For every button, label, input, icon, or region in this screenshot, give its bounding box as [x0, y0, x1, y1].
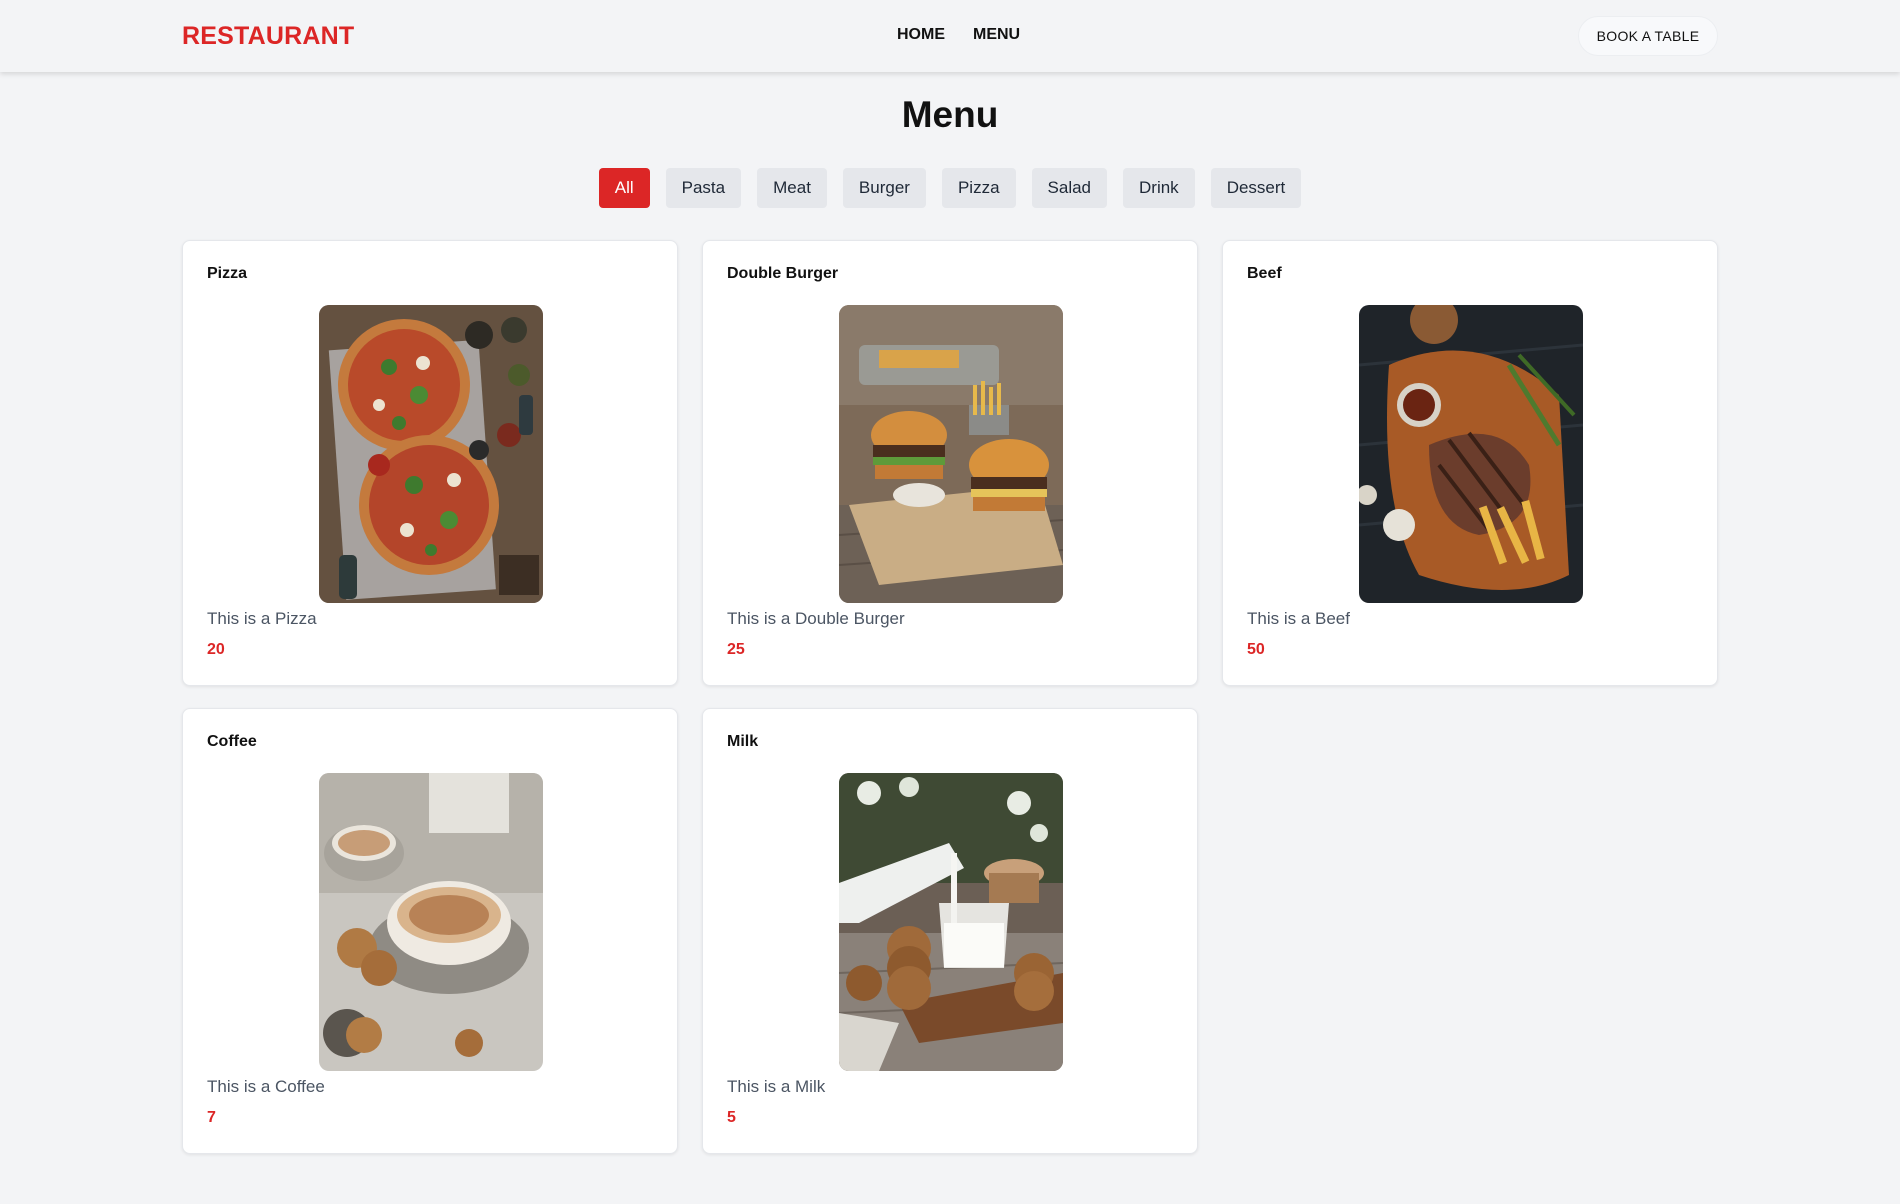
menu-card-coffee[interactable]: Coffee This is a Coffee 7 [182, 708, 678, 1154]
coffee-photo [319, 773, 543, 1071]
menu-item-description: This is a Milk [727, 1077, 826, 1096]
burger-photo [839, 305, 1063, 603]
nav-home-link[interactable]: HOME [897, 26, 945, 44]
menu-item-name: Beef [1247, 265, 1282, 282]
book-a-table-button[interactable]: BOOK A TABLE [1578, 16, 1718, 56]
restaurant-logo[interactable]: RESTAURANT [182, 22, 354, 51]
menu-item-name: Coffee [207, 733, 257, 750]
menu-card-pizza[interactable]: Pizza This is a Pizza 20 [182, 240, 678, 686]
menu-item-description: This is a Coffee [207, 1077, 325, 1096]
milk-photo [839, 773, 1063, 1071]
filter-drink[interactable]: Drink [1123, 168, 1195, 208]
menu-item-price: 50 [1247, 641, 1265, 658]
pizza-photo [319, 305, 543, 603]
filter-pizza[interactable]: Pizza [941, 168, 1016, 208]
nav-menu-link[interactable]: MENU [973, 26, 1020, 44]
filter-dessert[interactable]: Dessert [1210, 168, 1302, 208]
menu-item-description: This is a Pizza [207, 609, 317, 628]
filter-salad[interactable]: Salad [1031, 168, 1108, 208]
filter-all[interactable]: All [598, 168, 650, 208]
steak-photo [1359, 305, 1583, 603]
menu-card-double-burger[interactable]: Double Burger This is a Double Burger 25 [702, 240, 1198, 686]
menu-item-price: 7 [207, 1109, 216, 1126]
menu-grid: Pizza This is a Pizza 20 Double Burger T… [182, 240, 1718, 1154]
menu-item-description: This is a Double Burger [727, 609, 905, 628]
page-title: Menu [901, 94, 999, 135]
menu-item-price: 20 [207, 641, 225, 658]
main-nav: HOME MENU [897, 26, 1020, 44]
category-filter-bar: All Pasta Meat Burger Pizza Salad Drink … [0, 168, 1900, 208]
menu-item-price: 5 [727, 1109, 736, 1126]
menu-card-milk[interactable]: Milk This is a Milk 5 [702, 708, 1198, 1154]
menu-item-name: Milk [727, 733, 759, 750]
filter-burger[interactable]: Burger [842, 168, 926, 208]
menu-item-name: Double Burger [727, 265, 839, 282]
filter-meat[interactable]: Meat [757, 168, 827, 208]
top-navbar: RESTAURANT HOME MENU BOOK A TABLE [0, 0, 1900, 72]
menu-item-description: This is a Beef [1247, 609, 1350, 628]
filter-pasta[interactable]: Pasta [665, 168, 742, 208]
menu-item-price: 25 [727, 641, 745, 658]
menu-item-name: Pizza [207, 265, 248, 282]
menu-card-beef[interactable]: Beef This is a Beef 50 [1222, 240, 1718, 686]
